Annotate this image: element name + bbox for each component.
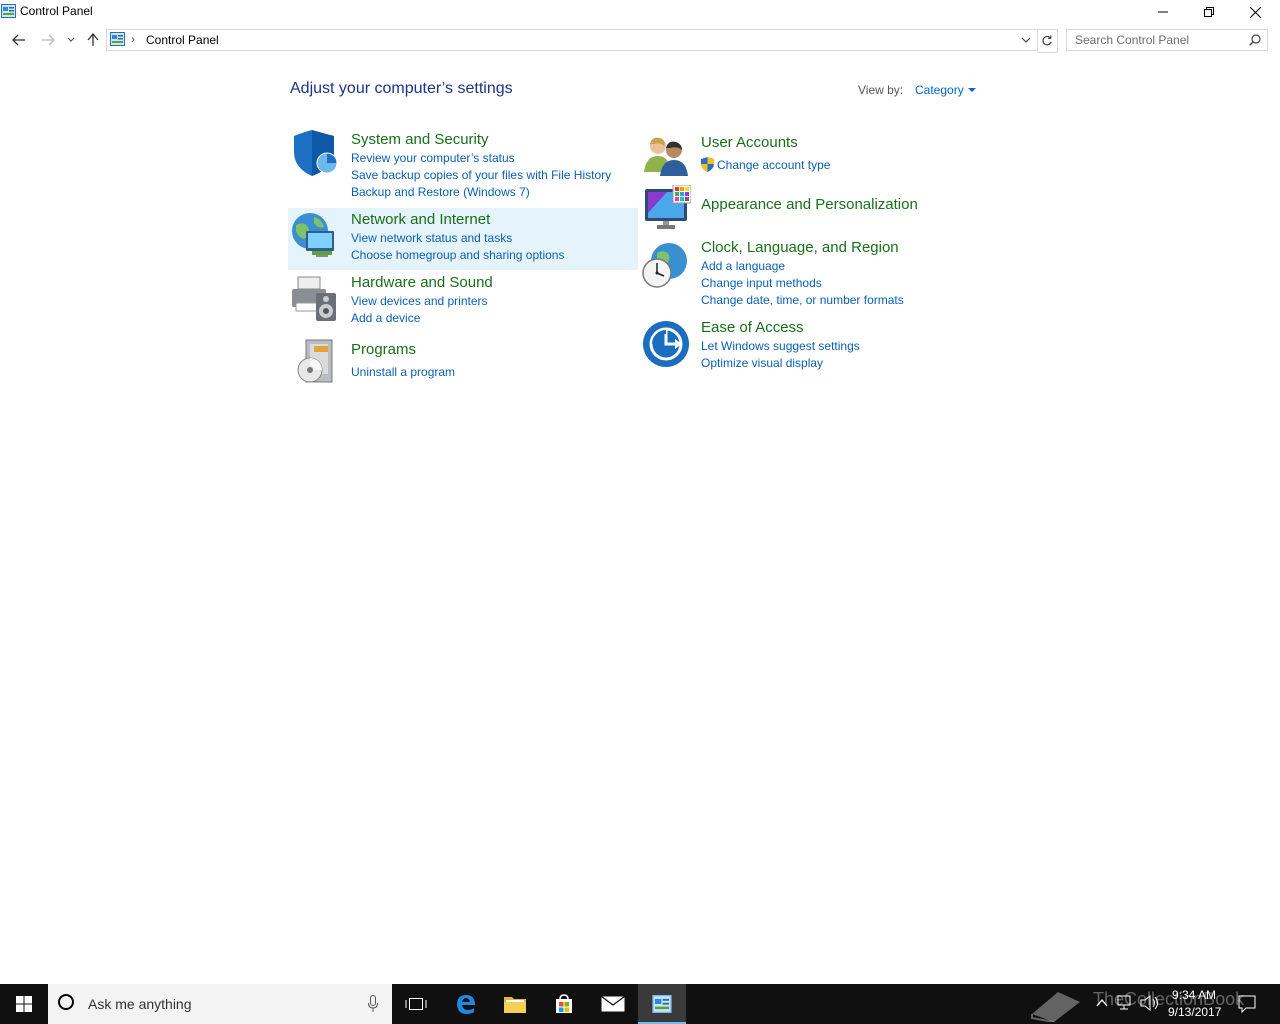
mail-button[interactable] bbox=[589, 984, 637, 1024]
back-arrow-icon bbox=[12, 34, 25, 46]
chevron-down-icon[interactable] bbox=[1019, 33, 1033, 47]
restore-icon bbox=[1204, 7, 1214, 17]
link-file-history[interactable]: Save backup copies of your files with Fi… bbox=[351, 168, 611, 182]
up-button[interactable] bbox=[82, 29, 104, 51]
edge-icon bbox=[457, 995, 475, 1014]
search-input[interactable] bbox=[1067, 30, 1245, 50]
link-uninstall-program[interactable]: Uninstall a program bbox=[351, 365, 455, 379]
link-add-device[interactable]: Add a device bbox=[351, 311, 420, 325]
view-by-label: View by: bbox=[858, 83, 904, 97]
link-add-language[interactable]: Add a language bbox=[701, 259, 785, 273]
address-bar[interactable]: › Control Panel bbox=[106, 29, 1038, 51]
forward-arrow-icon bbox=[42, 34, 55, 46]
cortana-icon bbox=[58, 994, 74, 1010]
printer-speaker-icon[interactable] bbox=[290, 275, 338, 323]
monitor-palette-icon[interactable] bbox=[643, 185, 691, 233]
refresh-icon bbox=[1042, 35, 1052, 46]
task-view-icon bbox=[405, 998, 427, 1010]
ease-of-access-icon[interactable] bbox=[642, 320, 690, 368]
cortana-search-box[interactable]: Ask me anything bbox=[48, 984, 392, 1024]
chevron-down-icon bbox=[67, 37, 75, 42]
book-logo-icon bbox=[1031, 992, 1080, 1022]
restore-button[interactable] bbox=[1186, 0, 1232, 24]
up-arrow-icon bbox=[87, 33, 99, 46]
forward-button[interactable] bbox=[37, 29, 59, 51]
action-center-icon[interactable] bbox=[1238, 995, 1256, 1013]
control-panel-icon bbox=[110, 32, 125, 46]
edge-button[interactable] bbox=[442, 984, 490, 1024]
link-optimize-visual-display[interactable]: Optimize visual display bbox=[701, 356, 823, 370]
category-appearance-and-personalization[interactable]: Appearance and Personalization bbox=[701, 196, 918, 213]
link-suggest-settings[interactable]: Let Windows suggest settings bbox=[701, 339, 860, 353]
store-button[interactable] bbox=[540, 984, 588, 1024]
uac-shield-icon bbox=[701, 157, 714, 172]
category-ease-of-access[interactable]: Ease of Access bbox=[701, 319, 804, 336]
clock-time[interactable]: 9:34 AM bbox=[1172, 988, 1216, 1002]
start-button[interactable] bbox=[0, 984, 48, 1024]
mail-icon bbox=[601, 996, 625, 1012]
control-panel-taskbar-button[interactable] bbox=[638, 984, 686, 1024]
show-hidden-icons-icon[interactable] bbox=[1096, 998, 1108, 1008]
refresh-button[interactable] bbox=[1037, 29, 1058, 53]
category-network-and-internet[interactable]: Network and Internet bbox=[351, 211, 490, 228]
dropdown-arrow-icon bbox=[967, 88, 976, 92]
windows-logo-icon bbox=[16, 996, 32, 1012]
control-panel-icon bbox=[652, 995, 672, 1013]
file-explorer-button[interactable] bbox=[491, 984, 539, 1024]
microphone-icon[interactable] bbox=[368, 995, 378, 1013]
minimize-button[interactable] bbox=[1140, 0, 1186, 24]
breadcrumb-separator[interactable]: › bbox=[131, 32, 135, 46]
link-backup-restore[interactable]: Backup and Restore (Windows 7) bbox=[351, 185, 530, 199]
cortana-placeholder: Ask me anything bbox=[88, 996, 192, 1012]
category-programs[interactable]: Programs bbox=[351, 341, 416, 358]
link-devices-printers[interactable]: View devices and printers bbox=[351, 294, 488, 308]
link-change-input-methods[interactable]: Change input methods bbox=[701, 276, 822, 290]
category-system-and-security[interactable]: System and Security bbox=[351, 131, 489, 148]
close-button[interactable] bbox=[1232, 0, 1278, 24]
link-review-status[interactable]: Review your computer’s status bbox=[351, 151, 515, 165]
control-panel-icon bbox=[1, 4, 16, 18]
search-box[interactable] bbox=[1066, 29, 1268, 51]
window-title: Control Panel bbox=[20, 4, 93, 18]
link-change-account-type[interactable]: Change account type bbox=[717, 158, 830, 172]
link-network-status[interactable]: View network status and tasks bbox=[351, 231, 512, 245]
category-clock-language-region[interactable]: Clock, Language, and Region bbox=[701, 239, 899, 256]
programs-disc-icon[interactable] bbox=[292, 338, 340, 386]
network-icon[interactable] bbox=[1117, 995, 1135, 1011]
title-bar: Control Panel bbox=[0, 0, 1280, 24]
taskbar: Ask me anything TheCollectionBook 9:34 A… bbox=[0, 984, 1280, 1024]
view-by-value: Category bbox=[915, 83, 964, 97]
users-icon[interactable] bbox=[642, 132, 690, 180]
back-button[interactable] bbox=[8, 29, 30, 51]
shield-icon[interactable] bbox=[290, 130, 338, 178]
clock-date[interactable]: 9/13/2017 bbox=[1168, 1005, 1221, 1019]
close-icon bbox=[1249, 6, 1261, 18]
folder-icon bbox=[504, 997, 526, 1013]
category-hardware-and-sound[interactable]: Hardware and Sound bbox=[351, 274, 493, 291]
page-title: Adjust your computer’s settings bbox=[290, 80, 513, 97]
clock-globe-icon[interactable] bbox=[641, 241, 689, 289]
view-by-dropdown[interactable]: Category bbox=[915, 83, 976, 97]
link-homegroup-sharing[interactable]: Choose homegroup and sharing options bbox=[351, 248, 564, 262]
breadcrumb-control-panel[interactable]: Control Panel bbox=[146, 33, 219, 47]
store-icon bbox=[556, 994, 572, 1013]
task-view-button[interactable] bbox=[392, 984, 440, 1024]
link-change-date-time-formats[interactable]: Change date, time, or number formats bbox=[701, 293, 904, 307]
category-user-accounts[interactable]: User Accounts bbox=[701, 134, 798, 151]
search-icon[interactable] bbox=[1249, 34, 1261, 46]
minimize-icon bbox=[1158, 11, 1168, 13]
network-globe-icon[interactable] bbox=[290, 211, 338, 259]
recent-locations-button[interactable] bbox=[62, 29, 80, 51]
volume-icon[interactable] bbox=[1140, 995, 1160, 1011]
